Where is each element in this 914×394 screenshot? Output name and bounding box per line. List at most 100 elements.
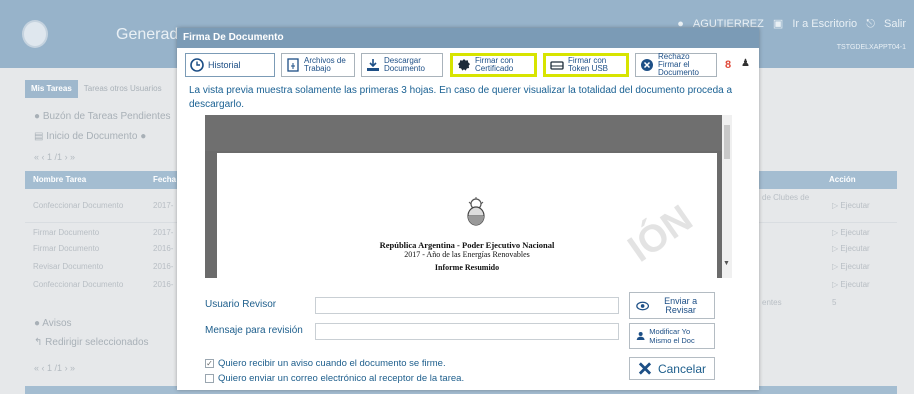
count-five: 5 xyxy=(832,298,837,307)
pager-bottom[interactable]: « ‹ 1 /1 › » xyxy=(34,363,75,373)
logout-icon: ⎋ xyxy=(866,18,875,30)
archivos-label: Archivos de Trabajo xyxy=(304,56,346,73)
desk-icon: ▣ xyxy=(772,18,784,30)
sign-tool-icon[interactable]: 8 xyxy=(725,59,737,71)
tasks-section-label: Buzón de Tareas Pendientes xyxy=(42,111,171,122)
desk-link[interactable]: Ir a Escritorio xyxy=(792,18,857,30)
scroll-down-icon[interactable]: ▼ xyxy=(723,260,730,267)
row-5-name: Confeccionar Documento xyxy=(33,280,124,289)
row-3-action[interactable]: ▷ Ejecutar xyxy=(832,244,870,253)
historial-button[interactable]: Historial xyxy=(185,53,275,77)
eye-icon xyxy=(636,301,650,310)
sign-document-dialog: Firma De Documento Historial Archivos de… xyxy=(177,28,759,390)
avisos-label: Avisos xyxy=(42,318,72,329)
enviar-revisar-button[interactable]: Enviar a Revisar xyxy=(629,292,715,319)
dialog-title: Firma De Documento xyxy=(177,28,759,48)
rechazo-button[interactable]: Rechazo Firmar el Documento xyxy=(635,53,717,77)
system-code: TSTGDELXAPPT04-1 xyxy=(836,44,906,51)
pager-bottom-of: /1 xyxy=(54,363,63,373)
pager-top[interactable]: « ‹ 1 /1 › » xyxy=(34,152,75,162)
row-4-date: 2016- xyxy=(153,262,174,271)
row-4-action-label: Ejecutar xyxy=(840,262,870,271)
preview-page: IÓN República Argentina - Poder Ejecutiv… xyxy=(217,153,717,278)
modificar-button[interactable]: Modificar Yo Mismo el Doc xyxy=(629,323,715,349)
preview-line-3: Informe Resumido xyxy=(434,263,500,272)
email-label: Quiero enviar un correo electrónico al r… xyxy=(218,373,465,384)
row-2-action-label: Ejecutar xyxy=(840,228,870,237)
clock-icon xyxy=(190,58,204,72)
preview-message: La vista previa muestra solamente las pr… xyxy=(189,85,733,110)
row-1-date: 2017- xyxy=(153,201,174,210)
firmar-token-button[interactable]: Firmar con Token USB xyxy=(543,53,629,77)
pager-top-page: 1 xyxy=(47,152,53,162)
mensaje-input[interactable] xyxy=(315,323,619,340)
descargar-button[interactable]: Descargar Documento xyxy=(361,53,443,77)
descargar-label: Descargar Documento xyxy=(384,56,425,73)
tab-other-users[interactable]: Tareas otros Usuarios xyxy=(78,80,168,98)
entes-text: entes xyxy=(762,298,782,307)
notify-checkbox-row[interactable]: ✓ Quiero recibir un aviso cuando el docu… xyxy=(205,358,446,369)
row-1-action[interactable]: ▷ Ejecutar xyxy=(832,201,870,210)
revisor-label: Usuario Revisor xyxy=(205,299,277,310)
avisos-section: ● Avisos xyxy=(34,318,72,329)
modificar-label: Modificar Yo Mismo el Doc xyxy=(649,327,695,345)
preview-scrollbar[interactable]: ▼ xyxy=(722,115,732,278)
email-checkbox[interactable] xyxy=(205,374,214,383)
user-edit-icon xyxy=(636,332,645,340)
preview-scroll-thumb[interactable] xyxy=(724,125,730,159)
app-logo xyxy=(22,20,48,48)
preview-toolbar-area xyxy=(205,115,732,151)
notify-checkbox[interactable]: ✓ xyxy=(205,359,214,368)
col-fecha: Fecha xyxy=(153,175,177,184)
col-accion: Acción xyxy=(829,175,856,184)
row-5-action[interactable]: ▷ Ejecutar xyxy=(832,280,870,289)
archivos-button[interactable]: Archivos de Trabajo xyxy=(281,53,355,77)
user-icon-small[interactable]: ♟ xyxy=(741,58,750,69)
task-tabs: Mis Tareas Tareas otros Usuarios xyxy=(25,80,168,98)
close-icon xyxy=(638,362,652,375)
firmar-token-label: Firmar con Token USB xyxy=(568,56,609,73)
document-preview[interactable]: IÓN República Argentina - Poder Ejecutiv… xyxy=(205,115,732,278)
preview-line-2: 2017 - Año de las Energías Renovables xyxy=(404,250,530,259)
cancel-button[interactable]: Cancelar xyxy=(629,357,715,380)
start-doc-link[interactable]: ▤ Inicio de Documento ● xyxy=(34,131,146,142)
help-icon: ● xyxy=(140,131,147,142)
row-2-name: Firmar Documento xyxy=(33,228,100,237)
historial-label: Historial xyxy=(208,60,241,70)
argentina-emblem-icon xyxy=(467,197,485,226)
email-checkbox-row[interactable]: Quiero enviar un correo electrónico al r… xyxy=(205,373,464,384)
row-2-date: 2017- xyxy=(153,228,174,237)
pager-top-of: /1 xyxy=(54,152,63,162)
preview-line-1: República Argentina - Poder Ejecutivo Na… xyxy=(379,240,555,250)
row-5-action-label: Ejecutar xyxy=(840,280,870,289)
mensaje-label: Mensaje para revisión xyxy=(205,325,303,336)
cancel-label: Cancelar xyxy=(657,361,706,376)
firmar-certificado-label: Firmar con Certificado xyxy=(475,56,514,73)
row-5-date: 2016- xyxy=(153,280,174,289)
notify-label: Quiero recibir un aviso cuando el docume… xyxy=(218,358,446,369)
row-4-action[interactable]: ▷ Ejecutar xyxy=(832,262,870,271)
row-2-action[interactable]: ▷ Ejecutar xyxy=(832,228,870,237)
redirect-label: Redirigir seleccionados xyxy=(45,337,149,348)
row-3-date: 2016- xyxy=(153,244,174,253)
tab-my-tasks[interactable]: Mis Tareas xyxy=(25,80,78,98)
rechazo-label: Rechazo Firmar el Documento xyxy=(658,52,699,77)
row-3-action-label: Ejecutar xyxy=(840,244,870,253)
preview-watermark: IÓN xyxy=(620,197,701,271)
revisor-input[interactable] xyxy=(315,297,619,314)
start-doc-label: Inicio de Documento xyxy=(46,131,138,142)
usb-token-icon xyxy=(550,61,564,70)
certificate-icon xyxy=(458,59,470,71)
row-1-action-label: Ejecutar xyxy=(840,201,870,210)
reject-icon xyxy=(641,59,653,71)
row-4-name: Revisar Documento xyxy=(33,262,104,271)
logout-link[interactable]: Salir xyxy=(884,18,906,30)
redirect-button[interactable]: ↰ Redirigir seleccionados xyxy=(34,337,149,348)
row-3-name: Firmar Documento xyxy=(33,244,100,253)
download-icon xyxy=(367,59,379,71)
pager-bottom-page: 1 xyxy=(47,363,53,373)
row-1-name: Confeccionar Documento xyxy=(33,201,124,210)
file-icon xyxy=(287,58,299,72)
enviar-revisar-label: Enviar a Revisar xyxy=(664,295,698,315)
firmar-certificado-button[interactable]: Firmar con Certificado xyxy=(450,53,537,77)
